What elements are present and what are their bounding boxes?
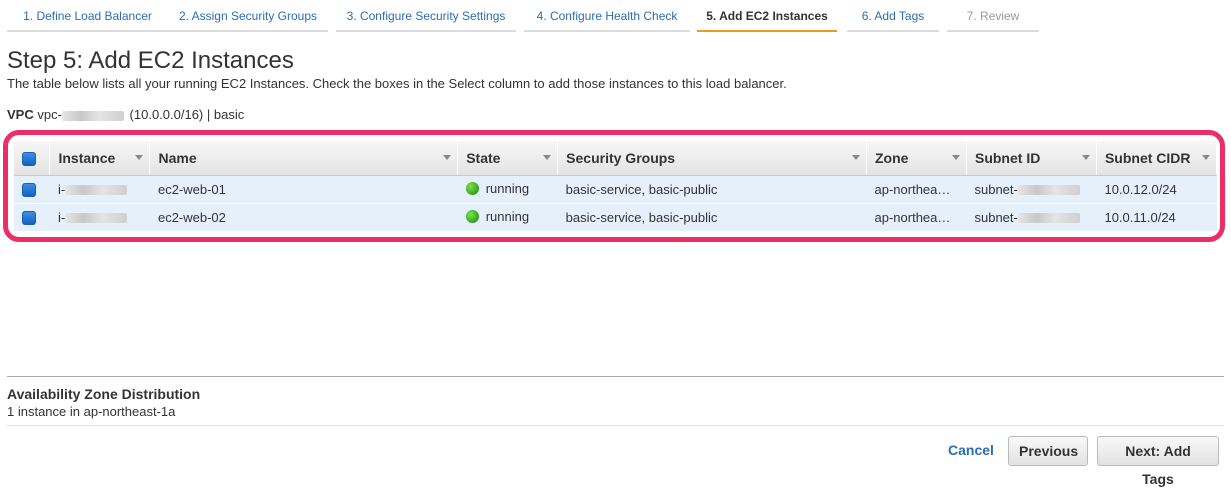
sort-icon[interactable]: [543, 155, 552, 160]
instance-name: ec2-web-02: [149, 203, 458, 232]
sort-icon[interactable]: [443, 155, 452, 160]
instance-id-cell: i-: [49, 203, 150, 232]
subnet-cidr: 10.0.12.0/24: [1096, 175, 1217, 204]
state-label: running: [485, 209, 530, 225]
column-header-security-groups[interactable]: Security Groups: [557, 141, 867, 176]
select-all-header: [14, 141, 51, 176]
instances-table: Instance Name State Security Groups Zone…: [14, 141, 1218, 232]
redacted-vpc-id: [61, 110, 124, 121]
row-checkbox[interactable]: [22, 182, 36, 197]
tab-define-load-balancer[interactable]: 1. Define Load Balancer: [7, 6, 168, 32]
column-header-label: Security Groups: [566, 149, 676, 166]
table-header-row: Instance Name State Security Groups Zone…: [14, 141, 1218, 176]
column-header-name[interactable]: Name: [149, 141, 459, 176]
zone: ap-northea…: [866, 175, 967, 204]
column-header-state[interactable]: State: [457, 141, 559, 176]
redacted-subnet-id: [1017, 185, 1080, 196]
column-header-subnet-cidr[interactable]: Subnet CIDR: [1096, 141, 1218, 176]
column-header-label: Zone: [875, 149, 909, 166]
column-header-label: Instance: [58, 149, 116, 166]
tab-assign-security-groups[interactable]: 2. Assign Security Groups: [168, 6, 328, 32]
page-description: The table below lists all your running E…: [7, 76, 787, 91]
instance-id-prefix: i-: [57, 181, 66, 197]
subnet-cidr: 10.0.11.0/24: [1096, 203, 1217, 232]
security-groups: basic-service, basic-public: [557, 203, 867, 232]
page-title: Step 5: Add EC2 Instances: [7, 47, 294, 74]
state-label: running: [485, 181, 530, 197]
row-select-cell: [14, 203, 50, 232]
row-select-cell: [14, 175, 50, 204]
running-status-icon: [465, 181, 479, 195]
zone-label: ap-northea…: [874, 210, 951, 226]
column-header-instance[interactable]: Instance: [49, 141, 151, 176]
column-header-label: Name: [158, 149, 197, 166]
security-groups: basic-service, basic-public: [557, 175, 867, 204]
tab-add-tags[interactable]: 6. Add Tags: [847, 6, 939, 32]
sort-icon[interactable]: [852, 155, 860, 160]
subnet-id-cell: subnet-: [966, 203, 1097, 232]
vpc-label: VPC: [7, 107, 34, 122]
tab-add-ec2-instances[interactable]: 5. Add EC2 Instances: [697, 6, 837, 32]
redacted-instance-id: [65, 185, 128, 196]
select-all-checkbox[interactable]: [22, 151, 36, 166]
subnet-id-prefix: subnet-: [974, 209, 1018, 225]
redacted-instance-id: [65, 213, 128, 224]
zone: ap-northea…: [866, 203, 967, 232]
tab-configure-health-check[interactable]: 4. Configure Health Check: [524, 6, 690, 32]
table-row[interactable]: i- ec2-web-02 running basic-service, bas…: [14, 203, 1217, 232]
sort-icon[interactable]: [1081, 155, 1090, 160]
tab-configure-security-settings[interactable]: 3. Configure Security Settings: [336, 6, 516, 32]
divider: [7, 425, 1224, 426]
vpc-info: VPC vpc- (10.0.0.0/16) | basic: [7, 107, 244, 122]
column-header-subnet-id[interactable]: Subnet ID: [966, 141, 1097, 176]
column-header-label: Subnet CIDR: [1104, 149, 1191, 166]
column-header-label: State: [466, 149, 501, 166]
divider: [7, 376, 1224, 377]
vpc-cidr: (10.0.0.0/16) | basic: [129, 107, 245, 122]
az-distribution-text: 1 instance in ap-northeast-1a: [7, 404, 176, 419]
zone-label: ap-northea…: [874, 182, 951, 198]
subnet-id-prefix: subnet-: [974, 181, 1018, 197]
column-header-zone[interactable]: Zone: [866, 141, 967, 176]
sort-icon[interactable]: [1202, 155, 1210, 160]
tab-review: 7. Review: [947, 6, 1039, 32]
column-header-label: Subnet ID: [974, 149, 1041, 166]
previous-button[interactable]: Previous: [1008, 436, 1088, 466]
state-cell: running: [457, 203, 558, 232]
instance-name: ec2-web-01: [149, 175, 458, 204]
instance-id-cell: i-: [49, 175, 150, 204]
cancel-button[interactable]: Cancel: [948, 442, 994, 458]
vpc-id-prefix: vpc-: [37, 107, 62, 122]
redacted-subnet-id: [1017, 213, 1080, 224]
az-distribution-title: Availability Zone Distribution: [7, 386, 201, 402]
instances-table-highlight: Instance Name State Security Groups Zone…: [3, 130, 1225, 242]
sort-icon[interactable]: [135, 155, 144, 160]
table-row[interactable]: i- ec2-web-01 running basic-service, bas…: [14, 175, 1217, 204]
running-status-icon: [465, 209, 479, 223]
state-cell: running: [457, 175, 558, 204]
next-add-tags-button[interactable]: Next: Add Tags: [1097, 436, 1219, 487]
instance-id-prefix: i-: [57, 209, 66, 225]
subnet-id-cell: subnet-: [966, 175, 1097, 204]
sort-icon[interactable]: [951, 155, 960, 160]
row-checkbox[interactable]: [22, 210, 36, 225]
